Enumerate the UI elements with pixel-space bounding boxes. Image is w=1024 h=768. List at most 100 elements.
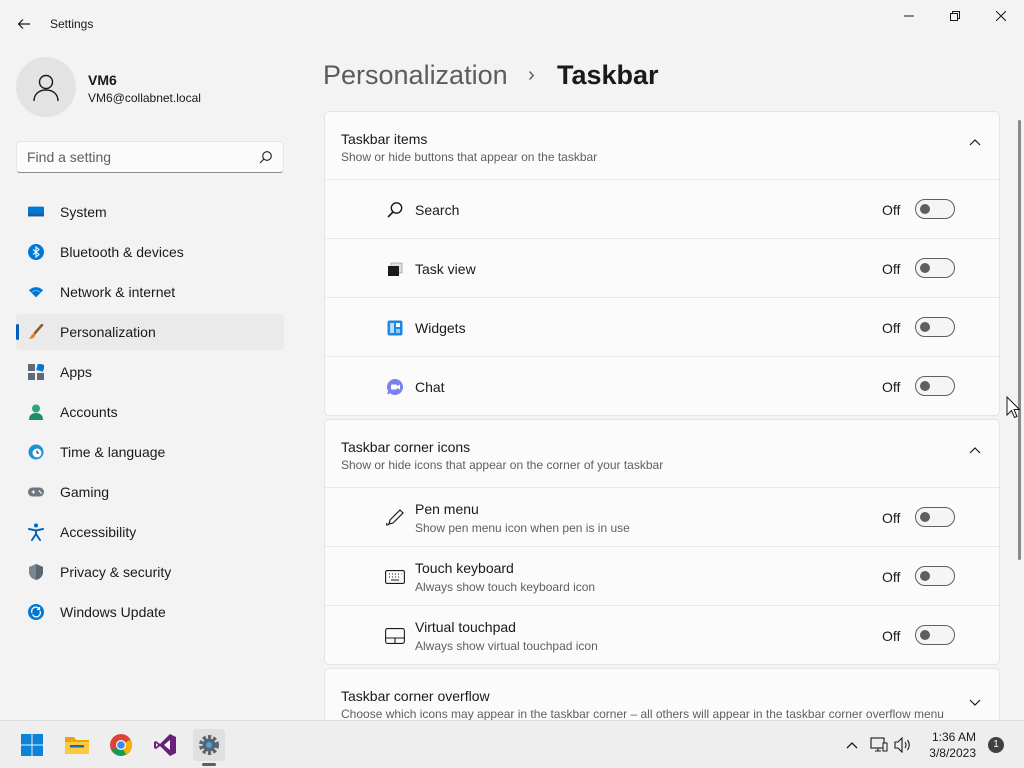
close-icon xyxy=(996,11,1006,21)
toggle-state: Off xyxy=(882,510,901,526)
chrome-icon xyxy=(110,734,132,756)
settings-icon xyxy=(199,735,219,755)
show-hidden-icons-button[interactable] xyxy=(842,735,862,755)
update-icon xyxy=(28,604,44,620)
section-title: Taskbar corner overflow xyxy=(341,688,490,704)
gamepad-icon xyxy=(28,484,44,500)
setting-label: Task view xyxy=(415,261,476,277)
sidebar-item-label: Network & internet xyxy=(60,284,176,300)
touch-keyboard-toggle[interactable] xyxy=(915,566,955,586)
sidebar-item-time-language[interactable]: Time & language xyxy=(16,434,284,470)
chevron-down-icon[interactable] xyxy=(969,699,981,707)
start-button[interactable] xyxy=(16,729,48,761)
widgets-icon xyxy=(385,318,405,338)
sidebar-item-system[interactable]: System xyxy=(16,194,284,230)
setting-row-touch-keyboard: Touch keyboard Always show touch keyboar… xyxy=(325,547,999,606)
setting-row-task-view: Task view Off xyxy=(325,239,999,298)
shield-icon xyxy=(28,564,44,580)
chat-toggle[interactable] xyxy=(915,376,955,396)
maximize-button[interactable] xyxy=(932,0,978,32)
visual-studio-button[interactable] xyxy=(149,729,181,761)
network-icon xyxy=(870,737,888,752)
user-email: VM6@collabnet.local xyxy=(88,91,201,105)
toggle-state: Off xyxy=(882,628,901,644)
setting-label: Touch keyboard xyxy=(415,560,514,576)
volume-tray-button[interactable] xyxy=(893,735,913,755)
touchpad-icon xyxy=(385,626,405,646)
sidebar-item-label: Privacy & security xyxy=(60,564,172,580)
chevron-up-icon[interactable] xyxy=(969,446,981,454)
breadcrumb-parent[interactable]: Personalization xyxy=(323,60,508,91)
clock-time[interactable]: 1:36 AM xyxy=(930,730,976,744)
sidebar-item-accessibility[interactable]: Accessibility xyxy=(16,514,284,550)
setting-row-pen-menu: Pen menu Show pen menu icon when pen is … xyxy=(325,488,999,547)
chevron-up-icon[interactable] xyxy=(969,138,981,146)
sidebar-item-label: Time & language xyxy=(60,444,166,460)
active-app-indicator xyxy=(202,763,216,766)
sidebar-item-bluetooth[interactable]: Bluetooth & devices xyxy=(16,234,284,270)
breadcrumb-separator: › xyxy=(528,64,535,86)
file-explorer-button[interactable] xyxy=(61,729,93,761)
back-button[interactable] xyxy=(12,12,36,36)
setting-label: Chat xyxy=(415,379,445,395)
speaker-icon xyxy=(894,737,910,753)
sidebar-item-label: Windows Update xyxy=(60,604,166,620)
chevron-up-icon xyxy=(846,742,858,749)
sidebar-item-label: Bluetooth & devices xyxy=(60,244,184,260)
sidebar-item-windows-update[interactable]: Windows Update xyxy=(16,594,284,630)
brush-icon xyxy=(28,324,44,340)
sidebar-item-personalization[interactable]: Personalization xyxy=(16,314,284,350)
setting-description: Always show virtual touchpad icon xyxy=(415,639,598,653)
section-header[interactable]: Taskbar corner icons Show or hide icons … xyxy=(325,420,999,488)
virtual-touchpad-toggle[interactable] xyxy=(915,625,955,645)
toggle-state: Off xyxy=(882,379,901,395)
user-name: VM6 xyxy=(88,72,117,88)
restore-icon xyxy=(950,11,960,21)
globe-clock-icon xyxy=(28,444,44,460)
close-button[interactable] xyxy=(978,0,1024,32)
setting-row-virtual-touchpad: Virtual touchpad Always show virtual tou… xyxy=(325,606,999,665)
search-toggle[interactable] xyxy=(915,199,955,219)
network-tray-button[interactable] xyxy=(869,735,889,755)
sidebar-item-privacy[interactable]: Privacy & security xyxy=(16,554,284,590)
sidebar-item-accounts[interactable]: Accounts xyxy=(16,394,284,430)
setting-row-widgets: Widgets Off xyxy=(325,298,999,357)
mouse-cursor-icon xyxy=(1006,396,1020,419)
search-box[interactable] xyxy=(16,141,284,173)
toggle-state: Off xyxy=(882,202,901,218)
section-subtitle: Show or hide buttons that appear on the … xyxy=(341,150,598,164)
sidebar-item-label: Apps xyxy=(60,364,92,380)
task-view-toggle[interactable] xyxy=(915,258,955,278)
taskbar: 1:36 AM 3/8/2023 1 xyxy=(0,720,1024,768)
notification-badge[interactable]: 1 xyxy=(988,737,1004,753)
chrome-button[interactable] xyxy=(105,729,137,761)
section-header[interactable]: Taskbar items Show or hide buttons that … xyxy=(325,112,999,180)
start-icon xyxy=(21,734,43,756)
chat-icon xyxy=(385,377,405,397)
section-subtitle: Choose which icons may appear in the tas… xyxy=(341,707,944,721)
clock-date[interactable]: 3/8/2023 xyxy=(922,746,976,760)
sidebar-item-label: Accounts xyxy=(60,404,118,420)
sidebar-item-gaming[interactable]: Gaming xyxy=(16,474,284,510)
minimize-button[interactable] xyxy=(886,0,932,32)
widgets-toggle[interactable] xyxy=(915,317,955,337)
toggle-state: Off xyxy=(882,261,901,277)
sidebar-item-network[interactable]: Network & internet xyxy=(16,274,284,310)
corner-icons-section: Taskbar corner icons Show or hide icons … xyxy=(324,419,1000,665)
visual-studio-icon xyxy=(154,734,176,756)
sidebar-item-apps[interactable]: Apps xyxy=(16,354,284,390)
scrollbar-thumb[interactable] xyxy=(1018,120,1021,560)
setting-row-search: Search Off xyxy=(325,180,999,239)
minimize-icon xyxy=(904,15,914,17)
search-input[interactable] xyxy=(17,142,247,172)
sidebar-item-label: Accessibility xyxy=(60,524,137,540)
monitor-icon xyxy=(28,204,44,220)
file-explorer-icon xyxy=(65,737,89,754)
settings-taskbar-button[interactable] xyxy=(193,729,225,761)
avatar[interactable] xyxy=(16,57,76,117)
pen-menu-toggle[interactable] xyxy=(915,507,955,527)
user-icon xyxy=(33,74,59,102)
keyboard-icon xyxy=(385,567,405,587)
task-view-icon xyxy=(385,259,405,279)
search-icon[interactable] xyxy=(259,150,273,164)
